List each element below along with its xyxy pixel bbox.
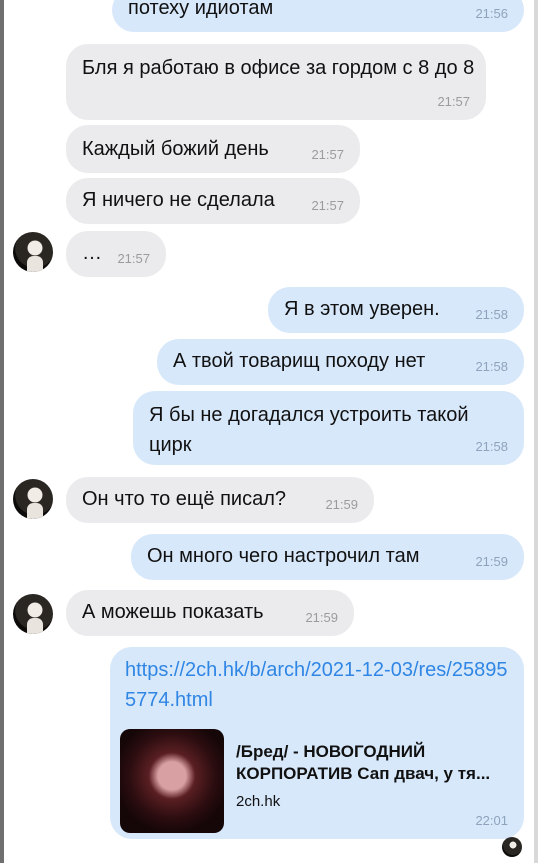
scrollbar-track[interactable] xyxy=(534,0,538,863)
message-text: Я в этом уверен. xyxy=(284,298,440,320)
message-bubble-outgoing[interactable]: Я бы не догадался устроить такой цирк 21… xyxy=(133,391,524,465)
message-text: А можешь показать xyxy=(82,601,264,623)
message-text: потеху идиотам xyxy=(128,0,274,19)
message-text: Каждый божий день xyxy=(82,138,269,160)
message-text: Я бы не догадался устроить такой цирк xyxy=(149,404,469,456)
message-time: 21:57 xyxy=(117,251,150,266)
message-time: 21:57 xyxy=(311,198,344,213)
message-bubble-outgoing[interactable]: потеху идиотам 21:56 xyxy=(112,0,524,32)
avatar[interactable] xyxy=(13,479,53,519)
message-time: 21:56 xyxy=(475,6,508,21)
message-bubble-outgoing[interactable]: Он много чего настрочил там 21:59 xyxy=(131,534,524,580)
message-bubble-outgoing-link[interactable]: https://2ch.hk/b/arch/2021-12-03/res/258… xyxy=(110,647,524,839)
link-preview-card[interactable]: /Бред/ - НОВОГОДНИЙ КОРПОРАТИВ Сап двач,… xyxy=(110,647,524,839)
message-bubble-incoming[interactable]: А можешь показать 21:59 xyxy=(66,590,354,636)
message-time: 21:57 xyxy=(437,94,470,109)
message-time: 21:59 xyxy=(475,554,508,569)
message-bubble-incoming[interactable]: … 21:57 xyxy=(66,231,166,277)
window-left-edge xyxy=(0,0,4,863)
message-text: Он что то ещё писал? xyxy=(82,488,286,510)
message-time: 21:58 xyxy=(475,307,508,322)
read-receipt-avatar xyxy=(502,837,522,857)
message-text: Он много чего настрочил там xyxy=(147,545,420,567)
message-time: 21:59 xyxy=(305,610,338,625)
message-time: 22:01 xyxy=(475,813,508,828)
message-bubble-outgoing[interactable]: А твой товарищ походу нет 21:58 xyxy=(157,339,524,385)
link-preview-site: 2ch.hk xyxy=(236,793,281,810)
message-bubble-incoming[interactable]: Я ничего не сделала 21:57 xyxy=(66,178,360,224)
message-text: Я ничего не сделала xyxy=(82,189,275,211)
link-preview-image xyxy=(120,729,224,833)
message-text: … xyxy=(82,242,102,264)
link-preview-title: /Бред/ - НОВОГОДНИЙ КОРПОРАТИВ Сап двач,… xyxy=(236,742,491,783)
avatar[interactable] xyxy=(13,594,53,634)
message-time: 21:57 xyxy=(311,147,344,162)
message-bubble-outgoing[interactable]: Я в этом уверен. 21:58 xyxy=(268,287,524,333)
message-bubble-incoming[interactable]: Каждый божий день 21:57 xyxy=(66,125,360,173)
message-bubble-incoming[interactable]: Он что то ещё писал? 21:59 xyxy=(66,477,374,523)
message-text: А твой товарищ походу нет xyxy=(173,350,426,372)
message-time: 21:58 xyxy=(475,359,508,374)
message-time: 21:58 xyxy=(475,439,508,454)
avatar[interactable] xyxy=(13,232,53,272)
message-text: Бля я работаю в офисе за гордом с 8 до 8 xyxy=(82,57,475,79)
message-time: 21:59 xyxy=(325,497,358,512)
message-bubble-incoming[interactable]: Бля я работаю в офисе за гордом с 8 до 8… xyxy=(66,44,486,120)
